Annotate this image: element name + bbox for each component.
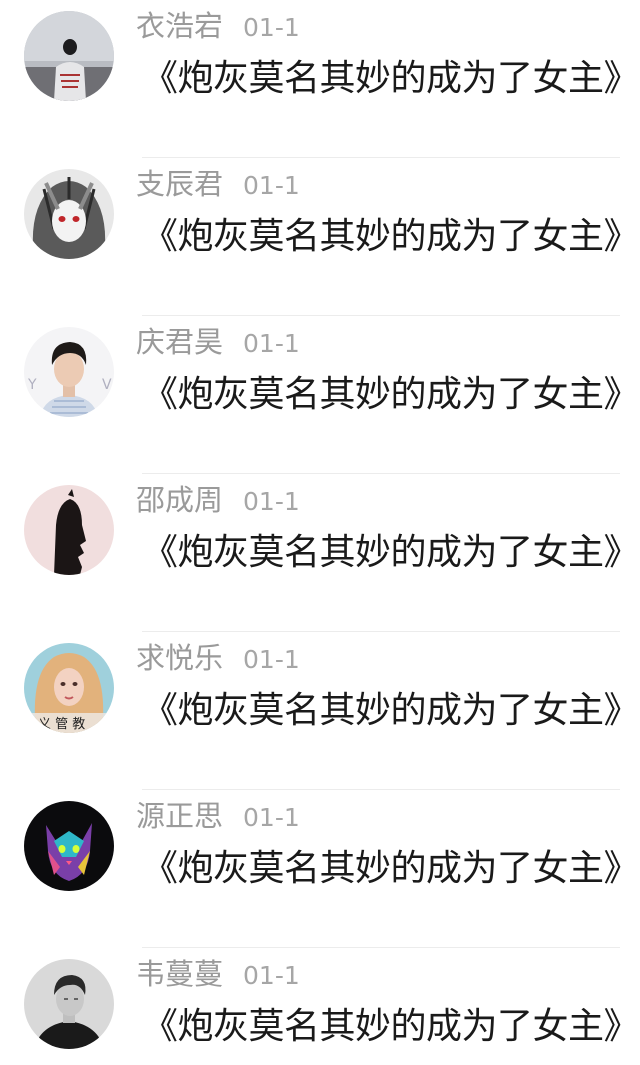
- username[interactable]: 庆君昊: [136, 325, 223, 359]
- comment-date: 01-1: [243, 171, 300, 200]
- comment-date: 01-1: [243, 487, 300, 516]
- comment-meta: 支辰君 01-1: [136, 164, 300, 204]
- list-item[interactable]: 韦蔓蔓 01-1 《炮灰莫名其妙的成为了女主》: [0, 948, 640, 1065]
- list-item[interactable]: 义 管 教 求悦乐 01-1 《炮灰莫名其妙的成为了女主》: [0, 632, 640, 790]
- comment-meta: 韦蔓蔓 01-1: [136, 954, 300, 994]
- comment-date: 01-1: [243, 329, 300, 358]
- comment-date: 01-1: [243, 645, 300, 674]
- username[interactable]: 韦蔓蔓: [136, 957, 223, 991]
- comment-text: 《炮灰莫名其妙的成为了女主》: [142, 690, 640, 731]
- comment-date: 01-1: [243, 13, 300, 42]
- avatar-person-on-beach-icon: [24, 11, 114, 101]
- avatar-neon-cat-icon: [24, 801, 114, 891]
- comment-meta: 求悦乐 01-1: [136, 638, 300, 678]
- comment-text: 《炮灰莫名其妙的成为了女主》: [142, 1006, 640, 1047]
- avatar-young-man-icon: Y V: [24, 327, 114, 417]
- list-item[interactable]: 支辰君 01-1 《炮灰莫名其妙的成为了女主》: [0, 158, 640, 316]
- avatar-anime-girl-gray-icon: [24, 169, 114, 259]
- comment-text: 《炮灰莫名其妙的成为了女主》: [142, 374, 640, 415]
- comment-text: 《炮灰莫名其妙的成为了女主》: [142, 58, 640, 99]
- avatar[interactable]: [24, 801, 114, 891]
- comment-date: 01-1: [243, 803, 300, 832]
- comment-meta: 源正思 01-1: [136, 796, 300, 836]
- list-item[interactable]: 衣浩宕 01-1 《炮灰莫名其妙的成为了女主》: [0, 0, 640, 158]
- username[interactable]: 邵成周: [136, 483, 223, 517]
- svg-text:V: V: [102, 377, 112, 393]
- username[interactable]: 求悦乐: [136, 641, 223, 675]
- svg-text:Y: Y: [27, 377, 37, 393]
- comment-list: 衣浩宕 01-1 《炮灰莫名其妙的成为了女主》 支辰君 01-1 《炮灰莫名其妙的成…: [0, 0, 640, 1065]
- svg-text:义 管 教: 义 管 教: [38, 716, 85, 732]
- comment-meta: 庆君昊 01-1: [136, 322, 300, 362]
- comment-meta: 衣浩宕 01-1: [136, 6, 300, 46]
- list-item[interactable]: 源正思 01-1 《炮灰莫名其妙的成为了女主》: [0, 790, 640, 948]
- avatar[interactable]: 义 管 教: [24, 643, 114, 733]
- username[interactable]: 源正思: [136, 799, 223, 833]
- avatar-blonde-woman-icon: 义 管 教: [24, 643, 114, 733]
- avatar[interactable]: [24, 485, 114, 575]
- username[interactable]: 支辰君: [136, 167, 223, 201]
- list-item[interactable]: 邵成周 01-1 《炮灰莫名其妙的成为了女主》: [0, 474, 640, 632]
- avatar[interactable]: [24, 11, 114, 101]
- comment-text: 《炮灰莫名其妙的成为了女主》: [142, 216, 640, 257]
- avatar-hooded-figure-icon: [24, 485, 114, 575]
- username[interactable]: 衣浩宕: [136, 9, 223, 43]
- comment-date: 01-1: [243, 961, 300, 990]
- avatar-man-dark-icon: [24, 959, 114, 1049]
- comment-meta: 邵成周 01-1: [136, 480, 300, 520]
- comment-text: 《炮灰莫名其妙的成为了女主》: [142, 848, 640, 889]
- avatar[interactable]: [24, 959, 114, 1049]
- avatar[interactable]: Y V: [24, 327, 114, 417]
- list-item[interactable]: Y V 庆君昊 01-1 《炮灰莫名其妙的成为了女主》: [0, 316, 640, 474]
- avatar[interactable]: [24, 169, 114, 259]
- comment-text: 《炮灰莫名其妙的成为了女主》: [142, 532, 640, 573]
